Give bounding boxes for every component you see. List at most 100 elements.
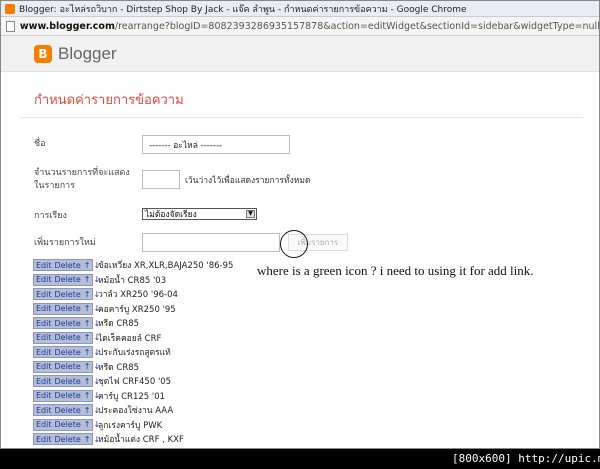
- sort-label: การเรียง: [34, 211, 67, 221]
- highlight-circle: [280, 230, 308, 258]
- blogger-header: B Blogger: [1, 36, 599, 72]
- item-controls: Edit Delete ↑ ↓: [33, 259, 100, 271]
- item-controls: Edit Delete ↑ ↓: [33, 433, 100, 445]
- item-controls: Edit Delete ↑ ↓: [33, 331, 100, 344]
- item-name[interactable]: วาล์ว XR250 '96-04: [98, 287, 178, 301]
- item-controls: Edit Delete ↑ ↓: [33, 418, 100, 431]
- divider: [21, 117, 583, 118]
- move-up-icon[interactable]: ↑: [84, 275, 91, 284]
- move-up-icon[interactable]: ↑: [84, 362, 91, 371]
- move-up-icon[interactable]: ↑: [84, 290, 91, 299]
- item-name[interactable]: ไดเร็คคอยล์ CRF: [98, 331, 161, 345]
- annotation-text: where is a green icon ? i need to using …: [257, 263, 534, 278]
- new-item-input[interactable]: [142, 233, 280, 252]
- item-name[interactable]: หรีด CR85: [98, 360, 139, 374]
- address-bar[interactable]: www.blogger.com/rearrange?blogID=8082393…: [1, 17, 599, 36]
- move-up-icon[interactable]: ↑: [84, 435, 91, 444]
- chevron-down-icon[interactable]: ▼: [246, 210, 255, 218]
- list-item: Edit Delete ↑ ↓ วาล์ว XR250 '96-04: [33, 288, 178, 300]
- item-name[interactable]: ชุดไฟ CRF450 '05: [98, 374, 171, 388]
- delete-link[interactable]: Delete: [55, 290, 81, 299]
- item-controls: Edit Delete ↑ ↓: [33, 360, 100, 373]
- list-item: Edit Delete ↑ ↓ หม้อน้ำ CR85 '03: [33, 273, 166, 287]
- delete-link[interactable]: Delete: [55, 420, 81, 429]
- page-icon: [6, 20, 15, 32]
- move-up-icon[interactable]: ↑: [84, 333, 91, 342]
- delete-link[interactable]: Delete: [55, 261, 81, 270]
- delete-link[interactable]: Delete: [55, 319, 81, 328]
- list-item: Edit Delete ↑ ↓ คาร์บู CR125 '01: [33, 389, 165, 403]
- move-up-icon[interactable]: ↑: [84, 406, 91, 415]
- sort-selected-value: ไม่ต้องจัดเรียง: [145, 210, 197, 220]
- blogger-logo-icon[interactable]: B: [34, 44, 52, 63]
- delete-link[interactable]: Delete: [55, 391, 81, 400]
- list-item: Edit Delete ↑ ↓ ไดเร็คคอยล์ CRF: [33, 331, 161, 345]
- edit-link[interactable]: Edit: [36, 362, 52, 371]
- blogger-favicon-icon: [5, 3, 15, 14]
- delete-link[interactable]: Delete: [55, 333, 81, 342]
- item-controls: Edit Delete ↑ ↓: [33, 288, 100, 300]
- blogger-wordmark[interactable]: Blogger: [58, 44, 117, 64]
- count-label-line-2: ในรายการ: [34, 181, 76, 191]
- delete-link[interactable]: Delete: [55, 275, 81, 284]
- edit-link[interactable]: Edit: [36, 435, 52, 444]
- delete-link[interactable]: Delete: [55, 362, 81, 371]
- move-up-icon[interactable]: ↑: [84, 319, 91, 328]
- edit-link[interactable]: Edit: [36, 319, 52, 328]
- delete-link[interactable]: Delete: [55, 435, 81, 444]
- list-item: Edit Delete ↑ ↓ ลูกเร่งคาร์บู PWK: [33, 418, 162, 432]
- edit-link[interactable]: Edit: [36, 420, 52, 429]
- item-name[interactable]: หม้อน้ำแต่ง CRF , KXF: [98, 432, 184, 446]
- edit-link[interactable]: Edit: [36, 406, 52, 415]
- list-item: Edit Delete ↑ ↓ หม้อน้ำแต่ง CRF , KXF: [33, 433, 184, 445]
- sort-select[interactable]: ไม่ต้องจัดเรียง ▼: [142, 208, 257, 220]
- window-title: Blogger: อะไหล่รถวิบาก - Dirtstep Shop B…: [19, 4, 467, 15]
- item-name[interactable]: คาร์บู CR125 '01: [98, 389, 165, 403]
- item-name[interactable]: ประคองโซ่งาน AAA: [98, 403, 173, 417]
- edit-link[interactable]: Edit: [36, 304, 52, 313]
- count-label: จำนวนรายการที่จะแสดง ในรายการ: [34, 167, 130, 193]
- delete-link[interactable]: Delete: [55, 406, 81, 415]
- edit-link[interactable]: Edit: [36, 377, 52, 386]
- list-item: Edit Delete ↑ ↓ ประกับเร่งรถสูตรแท้: [33, 346, 171, 358]
- edit-link[interactable]: Edit: [36, 333, 52, 342]
- item-controls: Edit Delete ↑ ↓: [33, 273, 100, 286]
- title-label: ชื่อ: [34, 139, 46, 149]
- browser-window: Blogger: อะไหล่รถวิบาก - Dirtstep Shop B…: [0, 0, 600, 449]
- item-name[interactable]: ลูกเร่งคาร์บู PWK: [98, 418, 162, 432]
- list-item: Edit Delete ↑ ↓ หรีด CR85: [33, 317, 139, 329]
- title-bar: Blogger: อะไหล่รถวิบาก - Dirtstep Shop B…: [1, 1, 599, 17]
- item-controls: Edit Delete ↑ ↓: [33, 404, 100, 416]
- move-up-icon[interactable]: ↑: [84, 261, 91, 270]
- count-hint: เว้นว่างไว้เพื่อแสดงรายการทั้งหมด: [185, 176, 311, 186]
- move-up-icon[interactable]: ↑: [84, 420, 91, 429]
- count-label-line-1: จำนวนรายการที่จะแสดง: [34, 168, 130, 178]
- delete-link[interactable]: Delete: [55, 377, 81, 386]
- count-input[interactable]: [142, 170, 180, 189]
- item-name[interactable]: หรีด CR85: [98, 316, 139, 330]
- item-controls: Edit Delete ↑ ↓: [33, 317, 100, 329]
- list-item: Edit Delete ↑ ↓ ประคองโซ่งาน AAA: [33, 404, 173, 416]
- delete-link[interactable]: Delete: [55, 304, 81, 313]
- list-item: Edit Delete ↑ ↓ หรีด CR85: [33, 360, 139, 374]
- edit-link[interactable]: Edit: [36, 391, 52, 400]
- item-name[interactable]: คอคาร์บู XR250 '95: [98, 302, 176, 316]
- title-input[interactable]: ------- อะไหล่ -------: [142, 135, 290, 154]
- item-name[interactable]: ข้อเหวี่ยง XR,XLR,BAJA250 '86-95: [98, 258, 233, 272]
- item-controls: Edit Delete ↑ ↓: [33, 375, 100, 387]
- edit-link[interactable]: Edit: [36, 275, 52, 284]
- delete-link[interactable]: Delete: [55, 348, 81, 357]
- move-up-icon[interactable]: ↑: [84, 348, 91, 357]
- move-up-icon[interactable]: ↑: [84, 304, 91, 313]
- item-name[interactable]: หม้อน้ำ CR85 '03: [98, 273, 166, 287]
- list-item: Edit Delete ↑ ↓ ชุดไฟ CRF450 '05: [33, 375, 171, 387]
- edit-link[interactable]: Edit: [36, 261, 52, 270]
- url-text[interactable]: www.blogger.com/rearrange?blogID=8082393…: [20, 21, 599, 32]
- edit-link[interactable]: Edit: [36, 290, 52, 299]
- new-item-label: เพิ่มรายการใหม่: [34, 238, 96, 248]
- url-path: /rearrange?blogID=8082393286935157878&ac…: [114, 20, 599, 32]
- edit-link[interactable]: Edit: [36, 348, 52, 357]
- item-name[interactable]: ประกับเร่งรถสูตรแท้: [98, 345, 171, 359]
- move-up-icon[interactable]: ↑: [84, 391, 91, 400]
- move-up-icon[interactable]: ↑: [84, 377, 91, 386]
